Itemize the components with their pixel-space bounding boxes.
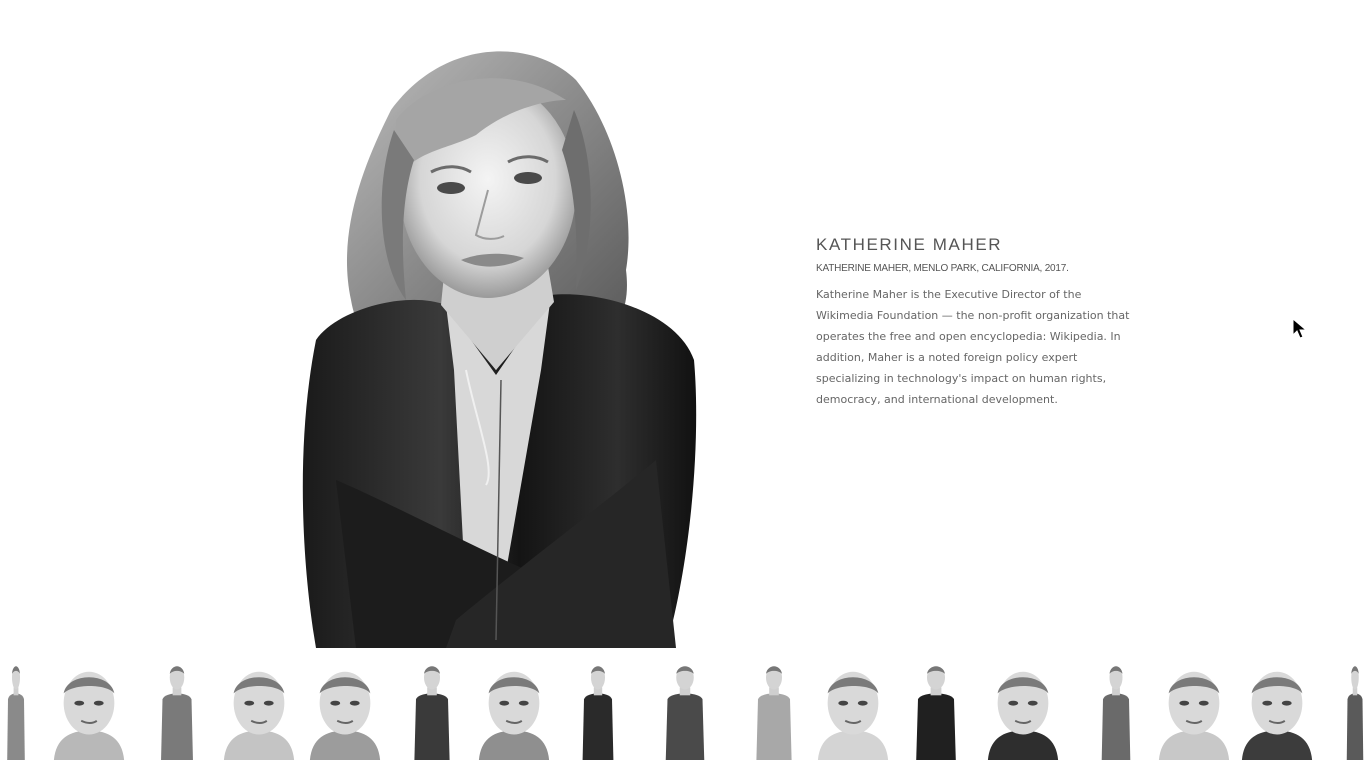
portrait-thumbnail[interactable] [650, 662, 720, 760]
portrait-thumbnail[interactable] [570, 662, 626, 760]
portrait-thumbnail[interactable] [1090, 662, 1142, 760]
portrait-thumbnail[interactable] [220, 662, 298, 760]
featured-portrait [296, 40, 698, 648]
portrait-thumbnail[interactable] [400, 662, 464, 760]
portrait-thumbnail[interactable] [984, 662, 1062, 760]
page: KATHERINE MAHER KATHERINE MAHER, MENLO P… [0, 0, 1366, 768]
portrait-thumbnail[interactable] [0, 662, 32, 760]
portrait-thumbnail[interactable] [306, 662, 384, 760]
portrait-thumbnail[interactable] [814, 662, 892, 760]
arrow-cursor-icon [1292, 317, 1308, 340]
portrait-thumbnail[interactable] [148, 662, 206, 760]
portrait-thumbnail[interactable] [50, 662, 128, 760]
bio-panel: KATHERINE MAHER KATHERINE MAHER, MENLO P… [816, 234, 1136, 410]
portrait-thumbnail[interactable] [742, 662, 806, 760]
person-description: Katherine Maher is the Executive Directo… [816, 288, 1130, 406]
photo-caption: KATHERINE MAHER, MENLO PARK, CALIFORNIA,… [816, 263, 1069, 274]
person-name: KATHERINE MAHER [816, 235, 1003, 254]
portrait-thumbnail[interactable] [1238, 662, 1316, 760]
portrait-thumbnail[interactable] [1155, 662, 1233, 760]
portrait-thumbnail[interactable] [1340, 662, 1366, 760]
portrait-thumbnail[interactable] [900, 662, 972, 760]
portrait-thumbnail-strip [0, 662, 1366, 768]
portrait-thumbnail[interactable] [475, 662, 553, 760]
